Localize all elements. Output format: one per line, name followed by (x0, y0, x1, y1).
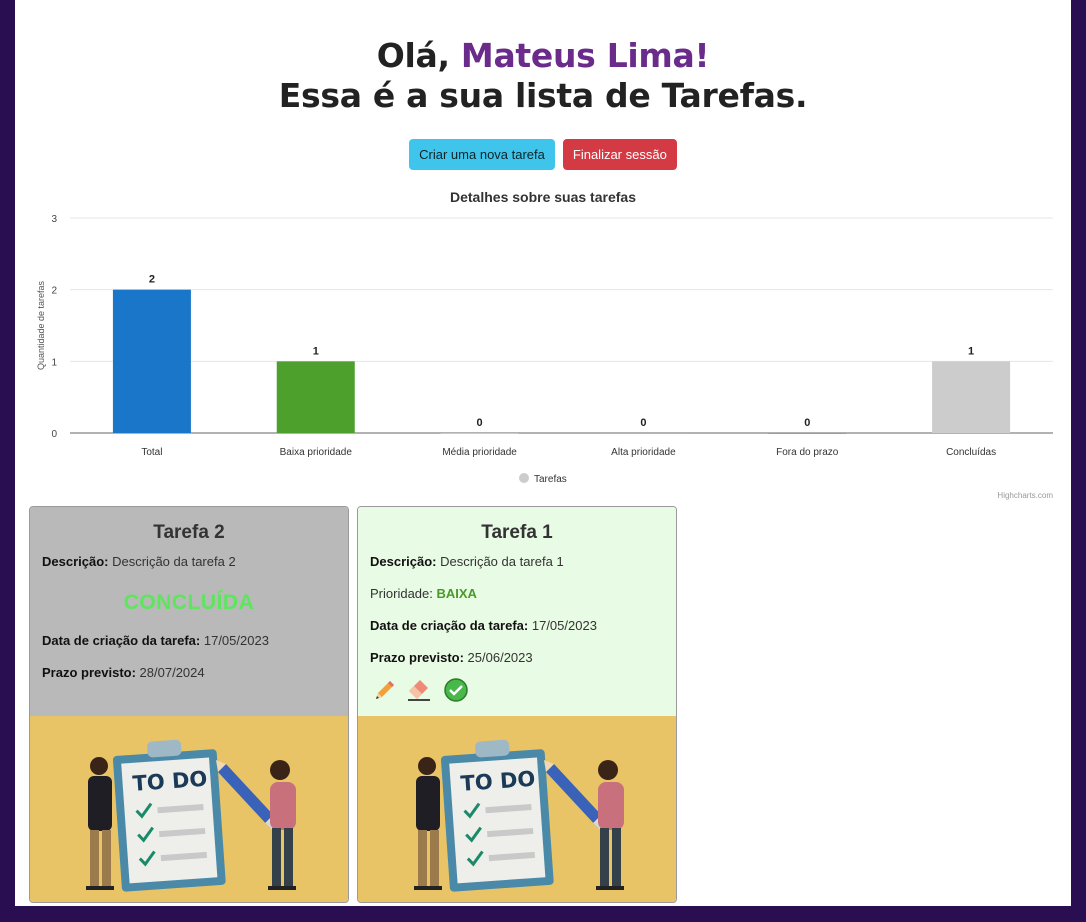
y-tick-label: 1 (51, 357, 57, 368)
task-description: Descrição: Descrição da tarefa 2 (42, 554, 236, 569)
y-tick-label: 2 (51, 286, 57, 297)
tasks-chart: Detalhes sobre suas tarefas 0 1 2 3 Quantidad… (36, 189, 1053, 500)
x-tick-label: Média prioridade (442, 447, 517, 458)
task-title: Tarefa 1 (481, 522, 553, 543)
data-label: 0 (804, 417, 810, 429)
greeting-prefix: Olá, (376, 36, 461, 75)
task-actions (370, 677, 475, 703)
clipboard-figure: TO DO (112, 739, 226, 892)
legend-marker (519, 473, 529, 483)
x-tick-label: Fora do prazo (776, 447, 839, 458)
data-label: 1 (968, 345, 974, 357)
pencil-icon[interactable] (370, 677, 396, 703)
task-deadline: Prazo previsto: 28/07/2024 (42, 665, 205, 680)
legend-item: Tarefas (534, 474, 567, 485)
bar-3 (604, 433, 683, 434)
data-label: 1 (313, 345, 319, 357)
chart-credits: Highcharts.com (997, 491, 1053, 500)
x-tick-label: Total (141, 447, 162, 458)
task-created-date: Data de criação da tarefa: 17/05/2023 (42, 633, 269, 648)
y-tick-label: 0 (51, 429, 57, 440)
user-name: Mateus Lima! (460, 36, 710, 75)
task-card-body: Tarefa 2 Descrição: Descrição da tarefa … (30, 507, 348, 716)
y-axis-label: Quantidade de tarefas (36, 280, 46, 370)
bar-4 (768, 433, 847, 434)
chart-title: Detalhes sobre suas tarefas (450, 189, 636, 205)
todo-illustration: TO DO (30, 716, 348, 902)
task-card-low-priority: Tarefa 1 Descrição: Descrição da tarefa … (357, 506, 677, 903)
new-task-button[interactable]: Criar uma nova tarefa (409, 139, 555, 170)
eraser-icon[interactable] (406, 677, 432, 703)
action-buttons: Criar uma nova tarefa Finalizar sessão (15, 139, 1071, 170)
person-right-figure (268, 760, 296, 890)
clipboard-figure: TO DO (440, 739, 554, 892)
bar-2 (440, 433, 519, 434)
task-deadline: Prazo previsto: 25/06/2023 (370, 650, 533, 665)
task-card-body: Tarefa 1 Descrição: Descrição da tarefa … (358, 507, 676, 716)
bar-5 (932, 361, 1011, 433)
todo-illustration: TO DO (358, 716, 676, 902)
person-left-figure (86, 757, 114, 890)
priority-value: BAIXA (436, 586, 477, 601)
status-badge: CONCLUÍDA (123, 591, 255, 614)
x-tick-label: Alta prioridade (611, 447, 676, 458)
x-tick-label: Concluídas (946, 447, 996, 458)
y-tick-label: 3 (51, 214, 57, 225)
logout-button[interactable]: Finalizar sessão (562, 139, 677, 170)
person-left-figure (414, 757, 442, 890)
data-label: 0 (640, 417, 646, 429)
bar-0 (112, 289, 191, 433)
data-label: 0 (477, 417, 483, 429)
check-circle-icon[interactable] (443, 677, 469, 703)
page-title: Olá, Mateus Lima! Essa é a sua lista de … (15, 36, 1071, 116)
x-tick-label: Baixa prioridade (280, 447, 353, 458)
person-right-figure (596, 760, 624, 890)
task-created-date: Data de criação da tarefa: 17/05/2023 (370, 618, 597, 633)
data-label: 2 (149, 274, 155, 286)
task-card-done: Tarefa 2 Descrição: Descrição da tarefa … (29, 506, 349, 903)
page-container: Olá, Mateus Lima! Essa é a sua lista de … (15, 0, 1071, 906)
task-priority: Prioridade: BAIXA (370, 586, 477, 601)
bar-1 (276, 361, 355, 433)
page-subtitle: Essa é a sua lista de Tarefas. (278, 76, 808, 115)
task-title: Tarefa 2 (153, 522, 225, 543)
task-description: Descrição: Descrição da tarefa 1 (370, 554, 564, 569)
